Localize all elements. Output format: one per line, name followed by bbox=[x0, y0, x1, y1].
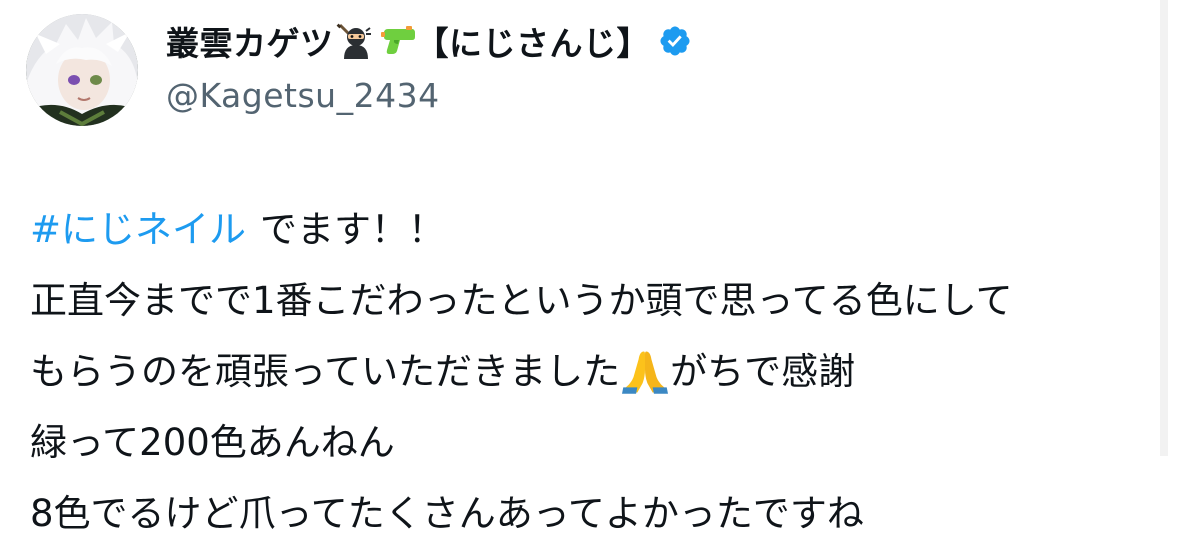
water-pistol-icon bbox=[380, 26, 415, 54]
tweet-line-3-text-b: がちで感謝 bbox=[670, 350, 856, 393]
tweet-text: #にじネイル でます！！ 正直今までで1番こだわったというか頭で思ってる色にして… bbox=[30, 194, 1013, 548]
tweet-card: 叢雲カゲツ 【にじさんじ】 @Kagetsu_2434 #にじネイル でます！！… bbox=[0, 0, 1178, 548]
scrollbar[interactable] bbox=[1160, 0, 1168, 456]
author-name-row[interactable]: 叢雲カゲツ 【にじさんじ】 bbox=[166, 16, 692, 66]
tweet-author: 叢雲カゲツ 【にじさんじ】 @Kagetsu_2434 bbox=[166, 16, 692, 115]
tweet-line-1-text: でます！！ bbox=[260, 208, 446, 251]
tweet-line-5: 8色でるけど爪ってたくさんあってよかったですね bbox=[30, 492, 864, 535]
tweet-line-3-text-a: もらうのを頑張っていただきました bbox=[30, 350, 621, 393]
hashtag-link[interactable]: #にじネイル bbox=[30, 194, 246, 265]
tweet-line-4: 緑って200色あんねん bbox=[30, 421, 395, 464]
author-name-suffix[interactable]: 【にじさんじ】 bbox=[416, 17, 651, 65]
folded-hands-icon bbox=[622, 351, 669, 394]
avatar[interactable] bbox=[26, 14, 138, 126]
ninja-icon bbox=[336, 23, 371, 59]
tweet-line-3: もらうのを頑張っていただきました がちで感謝 bbox=[30, 336, 1013, 407]
tweet-line-2: 正直今までで1番こだわったというか頭で思ってる色にして bbox=[30, 279, 1013, 322]
author-handle[interactable]: @Kagetsu_2434 bbox=[166, 76, 692, 115]
avatar-image bbox=[26, 14, 138, 126]
author-display-name[interactable]: 叢雲カゲツ bbox=[166, 17, 334, 65]
verified-badge-icon[interactable] bbox=[658, 24, 692, 58]
tweet-line-1: #にじネイル でます！！ bbox=[30, 194, 1013, 265]
